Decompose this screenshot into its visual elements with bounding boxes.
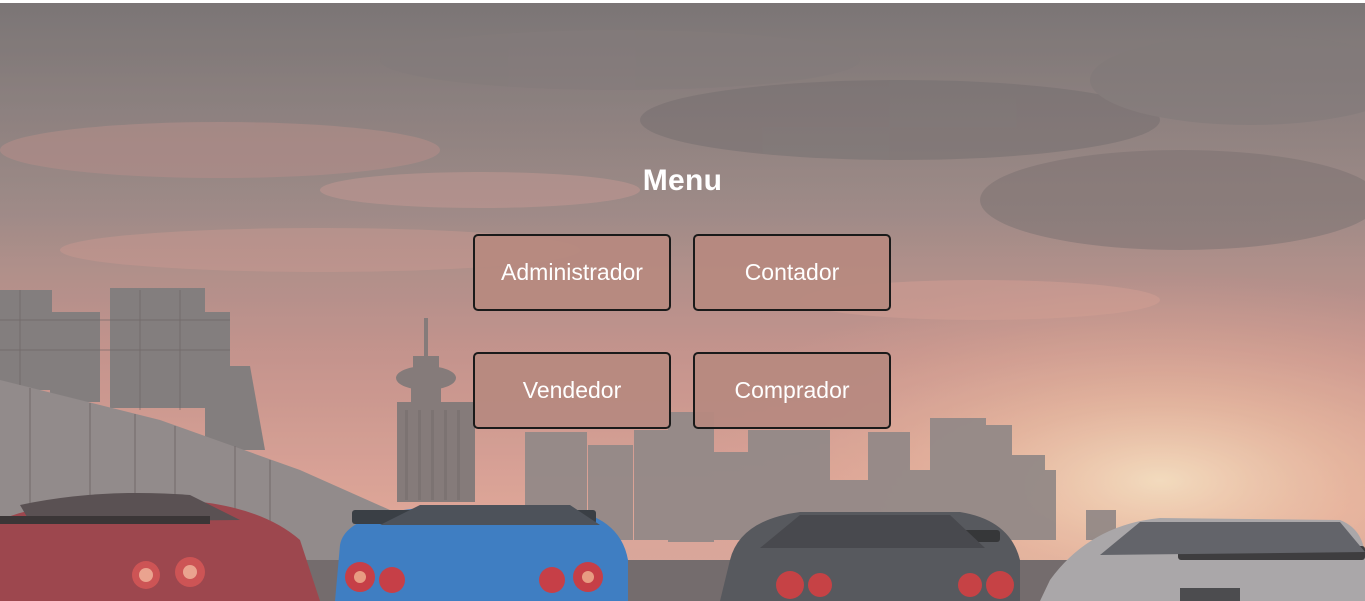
- contador-button[interactable]: Contador: [693, 234, 891, 311]
- administrador-button[interactable]: Administrador: [473, 234, 671, 311]
- menu-title: Menu: [642, 164, 723, 197]
- vendedor-button[interactable]: Vendedor: [473, 352, 671, 429]
- page: Menu Administrador Contador Vendedor Com…: [0, 0, 1365, 601]
- top-border: [0, 0, 1365, 3]
- background-image: [0, 0, 1365, 601]
- comprador-button[interactable]: Comprador: [693, 352, 891, 429]
